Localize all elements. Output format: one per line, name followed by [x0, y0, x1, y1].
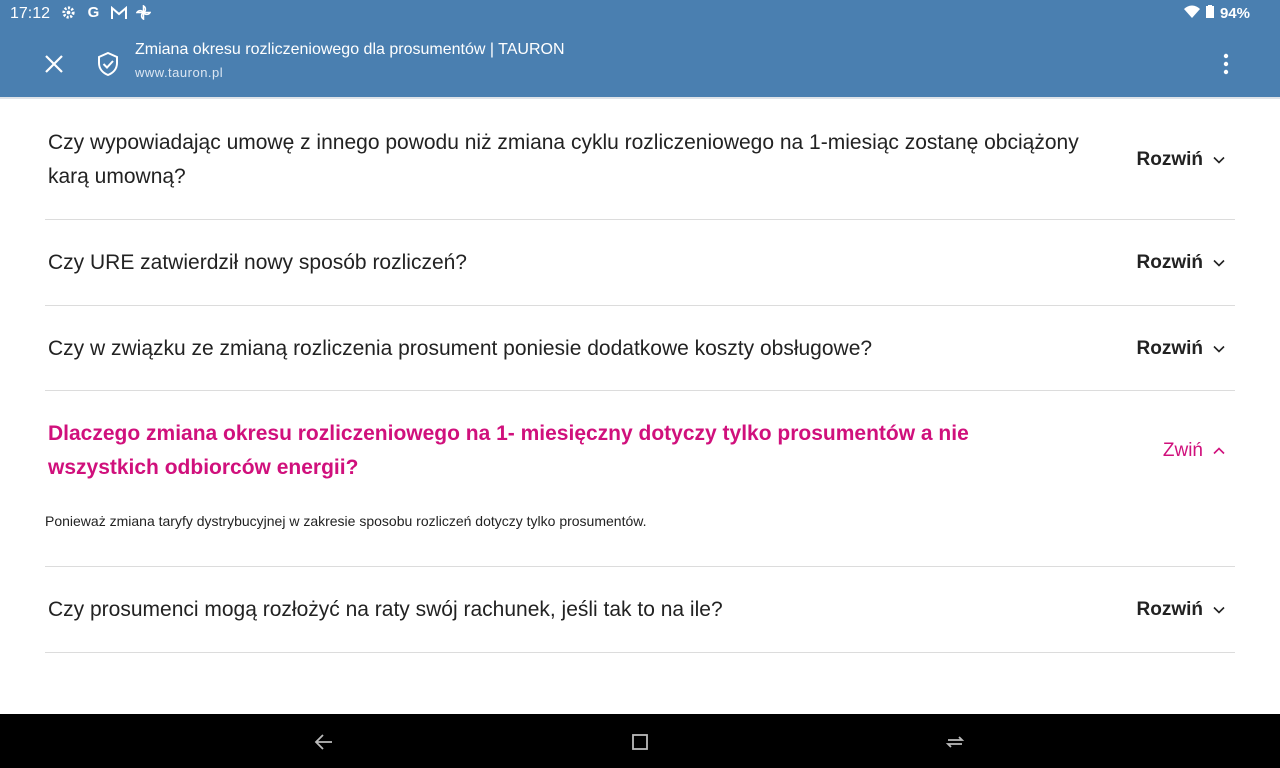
gmail-icon: [110, 4, 127, 21]
faq-toggle-label: Rozwiń: [1136, 252, 1204, 273]
faq-item[interactable]: Czy wypowiadając umowę z innego powodu n…: [45, 99, 1235, 220]
recent-apps-icon[interactable]: [942, 729, 968, 755]
faq-question: Czy URE zatwierdził nowy sposób rozlicze…: [48, 251, 467, 274]
faq-expand-button[interactable]: Rozwiń: [1137, 338, 1226, 360]
faq-collapse-button[interactable]: Zwiń: [1163, 440, 1225, 462]
faq-item-expanded[interactable]: Dlaczego zmiana okresu rozliczeniowego n…: [45, 391, 1235, 567]
more-options-icon[interactable]: [1212, 50, 1240, 78]
page-url: www.tauron.pl: [135, 65, 224, 80]
faq-toggle-label: Rozwiń: [1136, 599, 1204, 620]
close-icon[interactable]: [40, 50, 68, 78]
faq-expand-button[interactable]: Rozwiń: [1137, 149, 1226, 171]
page-title: Zmiana okresu rozliczeniowego dla prosum…: [135, 41, 565, 58]
chevron-down-icon: [1213, 345, 1225, 353]
status-time: 17:12: [10, 5, 51, 22]
gear-icon: [60, 4, 77, 21]
back-icon[interactable]: [311, 729, 337, 755]
system-navigation-bar: [0, 714, 1280, 768]
chevron-up-icon: [1213, 447, 1225, 455]
chevron-down-icon: [1213, 156, 1225, 164]
faq-answer: Ponieważ zmiana taryfy dystrybucyjnej w …: [45, 513, 647, 529]
wifi-icon: [1183, 5, 1200, 22]
shield-check-icon[interactable]: [95, 50, 121, 78]
google-g-icon: G: [87, 4, 100, 21]
chevron-down-icon: [1213, 259, 1225, 267]
faq-toggle-label: Rozwiń: [1136, 338, 1204, 359]
battery-icon: [1205, 5, 1214, 22]
browser-topbar: 17:12 G 94% Zmiana okresu rozliczenioweg…: [0, 0, 1280, 97]
battery-percent: 94%: [1219, 5, 1250, 22]
page-content: Czy wypowiadając umowę z innego powodu n…: [0, 97, 1280, 714]
faq-question: Czy w związku ze zmianą rozliczenia pros…: [48, 337, 873, 360]
status-notification-icons: G: [60, 4, 152, 21]
faq-question: Czy prosumenci mogą rozłożyć na raty swó…: [48, 598, 723, 621]
home-square-icon[interactable]: [627, 729, 653, 755]
faq-toggle-label: Zwiń: [1162, 440, 1203, 461]
faq-question: Czy wypowiadając umowę z innego powodu n…: [48, 131, 1079, 188]
faq-item[interactable]: Czy URE zatwierdził nowy sposób rozlicze…: [45, 220, 1235, 306]
chevron-down-icon: [1213, 606, 1225, 614]
faq-expand-button[interactable]: Rozwiń: [1137, 599, 1226, 621]
faq-item[interactable]: Czy w związku ze zmianą rozliczenia pros…: [45, 306, 1235, 391]
faq-item[interactable]: Czy prosumenci mogą rozłożyć na raty swó…: [45, 567, 1235, 653]
faq-expand-button[interactable]: Rozwiń: [1137, 252, 1226, 274]
faq-question: Dlaczego zmiana okresu rozliczeniowego n…: [48, 422, 969, 479]
pinwheel-icon: [135, 4, 152, 21]
faq-toggle-label: Rozwiń: [1136, 149, 1204, 170]
status-bar: 17:12 G 94%: [0, 0, 1280, 28]
status-right: 94%: [1183, 5, 1250, 22]
